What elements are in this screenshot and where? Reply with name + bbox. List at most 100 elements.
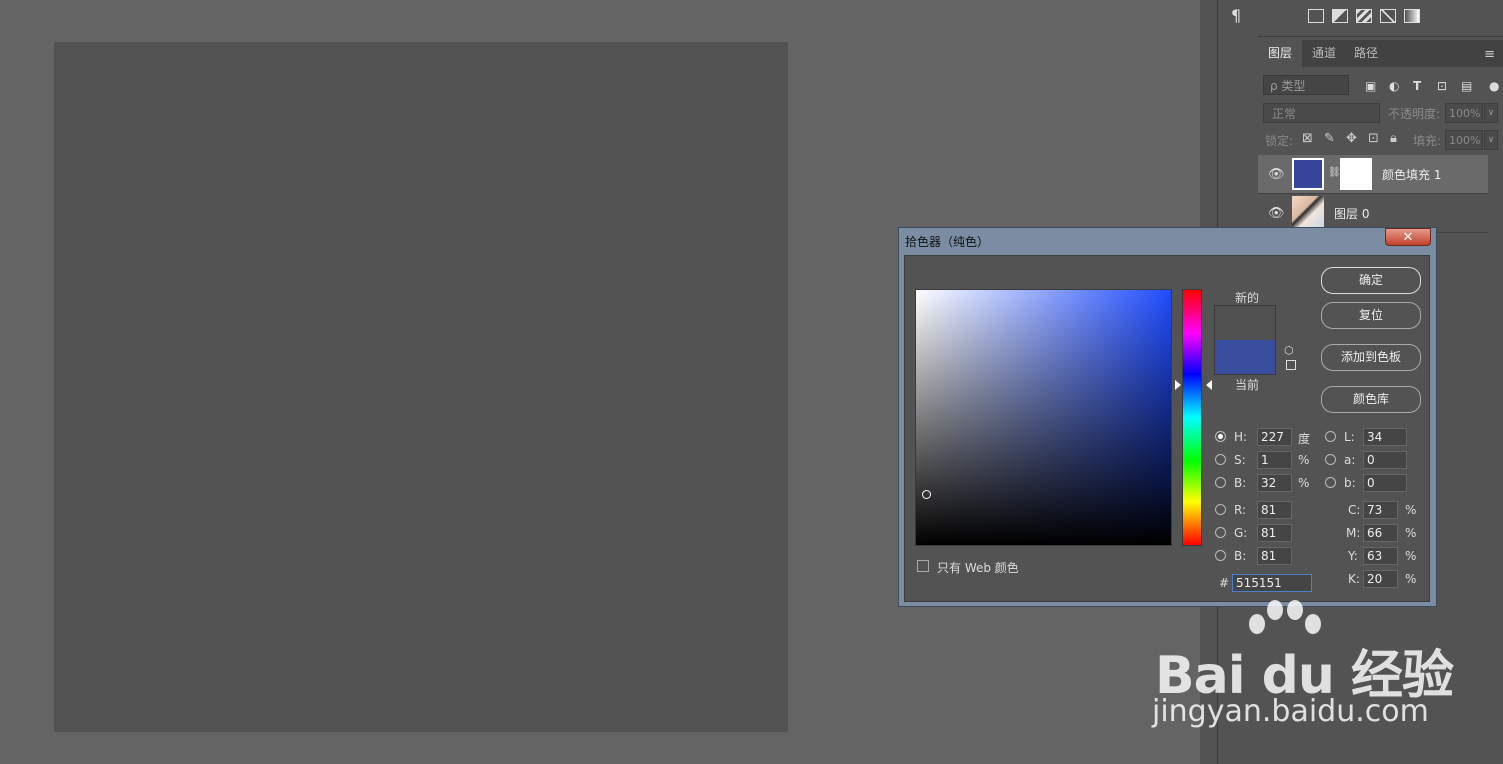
paragraph-icon[interactable]: ¶	[1231, 6, 1241, 25]
color-field[interactable]	[915, 289, 1172, 546]
k-label: K:	[1348, 572, 1360, 586]
lab-b-input[interactable]: 0	[1363, 474, 1407, 492]
filter-toggle-icon[interactable]: ●	[1489, 79, 1499, 93]
h-input[interactable]: 227	[1257, 428, 1292, 446]
smart-object-filter-icon[interactable]: ▤	[1461, 79, 1472, 93]
visibility-eye-icon[interactable]: 👁︎	[1268, 167, 1285, 182]
lock-all-icon[interactable]: 🔒︎	[1390, 131, 1397, 146]
r-radio[interactable]	[1215, 504, 1226, 515]
type-filter-icon[interactable]: T	[1413, 79, 1421, 93]
h-radio[interactable]	[1215, 431, 1226, 442]
add-to-swatches-button[interactable]: 添加到色板	[1321, 344, 1421, 371]
opacity-label: 不透明度:	[1388, 107, 1441, 121]
layer-name[interactable]: 图层 0	[1334, 205, 1369, 222]
brightness-input[interactable]: 32	[1257, 474, 1292, 492]
shape-filter-icon[interactable]: ⊡	[1437, 79, 1447, 93]
close-button[interactable]: ✕	[1385, 228, 1431, 246]
link-chain-icon[interactable]: ⛓︎	[1328, 167, 1341, 178]
lab-b-label: b:	[1344, 476, 1356, 490]
cube-icon[interactable]: ⬡	[1284, 344, 1294, 357]
s-input[interactable]: 1	[1257, 451, 1292, 469]
lock-position-icon[interactable]: ✥	[1346, 131, 1357, 146]
panel-menu-icon[interactable]: ≡	[1484, 47, 1495, 62]
s-radio[interactable]	[1215, 454, 1226, 465]
k-unit: %	[1405, 572, 1417, 586]
h-label: H:	[1234, 430, 1248, 444]
lab-b-radio[interactable]	[1325, 477, 1336, 488]
current-color-swatch[interactable]	[1214, 340, 1276, 375]
brightness-unit: %	[1298, 476, 1310, 490]
layer-thumbnail[interactable]	[1292, 158, 1324, 190]
layer-mask-thumbnail[interactable]	[1340, 158, 1372, 190]
fill-label: 填充:	[1413, 134, 1442, 148]
adjustment-filter-icon[interactable]: ◐	[1389, 79, 1399, 93]
blue-radio[interactable]	[1215, 550, 1226, 561]
lock-artboard-icon[interactable]: ⊡	[1368, 131, 1379, 146]
g-input[interactable]: 81	[1257, 524, 1292, 542]
h-unit: 度	[1298, 432, 1311, 446]
hex-label: #	[1219, 576, 1230, 590]
web-colors-only-checkbox[interactable]	[917, 560, 929, 572]
opacity-dropdown-icon[interactable]: ∨	[1484, 103, 1498, 123]
tab-layers[interactable]: 图层	[1258, 40, 1303, 67]
exposure-icon[interactable]	[1356, 9, 1372, 23]
brightness-label: B:	[1234, 476, 1247, 490]
r-label: R:	[1234, 503, 1247, 517]
document-canvas[interactable]	[54, 42, 788, 732]
m-input[interactable]: 66	[1363, 524, 1398, 542]
ok-button[interactable]: 确定	[1321, 267, 1421, 294]
l-radio[interactable]	[1325, 431, 1336, 442]
layer-row[interactable]: 👁︎ ⛓︎ 颜色填充 1	[1258, 155, 1488, 194]
dialog-title: 拾色器（纯色）	[905, 235, 990, 249]
c-unit: %	[1405, 503, 1417, 517]
y-input[interactable]: 63	[1363, 547, 1398, 565]
vibrance-icon[interactable]	[1380, 9, 1396, 23]
s-label: S:	[1234, 453, 1246, 467]
k-input[interactable]: 20	[1363, 570, 1398, 588]
hex-input[interactable]: 515151	[1232, 574, 1312, 592]
brightness-icon[interactable]	[1308, 9, 1324, 23]
fill-dropdown-icon[interactable]: ∨	[1484, 130, 1498, 150]
web-safe-square-icon[interactable]	[1286, 360, 1296, 370]
a-radio[interactable]	[1325, 454, 1336, 465]
g-radio[interactable]	[1215, 527, 1226, 538]
layer-filter-select[interactable]: ρ 类型	[1263, 75, 1349, 95]
current-color-label: 当前	[1234, 378, 1259, 392]
lock-pixels-icon[interactable]: ✎	[1324, 131, 1335, 146]
tab-paths[interactable]: 路径	[1344, 40, 1388, 67]
watermark-url: jingyan.baidu.com	[1152, 694, 1429, 729]
dialog-body: 新的 当前 ⬡ 确定 复位 添加到色板 颜色库 H: 227 度 S: 1 % …	[904, 255, 1430, 602]
blue-input[interactable]: 81	[1257, 547, 1292, 565]
r-input[interactable]: 81	[1257, 501, 1292, 519]
c-label: C:	[1348, 503, 1361, 517]
curves-icon[interactable]	[1332, 9, 1348, 23]
opacity-input[interactable]: 100%	[1445, 103, 1483, 123]
hue-slider-left-arrow-icon[interactable]	[1175, 380, 1181, 390]
layer-thumbnail[interactable]	[1292, 196, 1324, 228]
brightness-radio[interactable]	[1215, 477, 1226, 488]
gradient-map-icon[interactable]	[1404, 9, 1420, 23]
color-field-cursor[interactable]	[922, 490, 931, 499]
blue-label: B:	[1234, 549, 1247, 563]
fill-input[interactable]: 100%	[1445, 130, 1483, 150]
color-libraries-button[interactable]: 颜色库	[1321, 386, 1421, 413]
l-input[interactable]: 34	[1363, 428, 1407, 446]
new-color-swatch	[1214, 305, 1276, 340]
new-color-label: 新的	[1234, 291, 1259, 305]
c-input[interactable]: 73	[1363, 501, 1398, 519]
a-label: a:	[1344, 453, 1356, 467]
reset-button[interactable]: 复位	[1321, 302, 1421, 329]
visibility-eye-icon[interactable]: 👁︎	[1268, 206, 1285, 221]
blend-mode-select[interactable]: 正常	[1263, 103, 1380, 123]
tab-channels[interactable]: 通道	[1302, 40, 1346, 67]
m-label: M:	[1346, 526, 1361, 540]
a-input[interactable]: 0	[1363, 451, 1407, 469]
lock-transparent-icon[interactable]: ⊠	[1302, 131, 1313, 146]
s-unit: %	[1298, 453, 1310, 467]
image-filter-icon[interactable]: ▣	[1365, 79, 1376, 93]
web-colors-only-label: 只有 Web 颜色	[937, 561, 1019, 575]
layer-name[interactable]: 颜色填充 1	[1382, 166, 1441, 183]
hue-slider[interactable]	[1182, 289, 1202, 546]
color-picker-dialog: 拾色器（纯色） ✕ 新的 当前 ⬡ 确定 复位 添加到色板 颜色库 H: 227…	[898, 227, 1437, 607]
hue-slider-right-arrow-icon[interactable]	[1206, 380, 1212, 390]
